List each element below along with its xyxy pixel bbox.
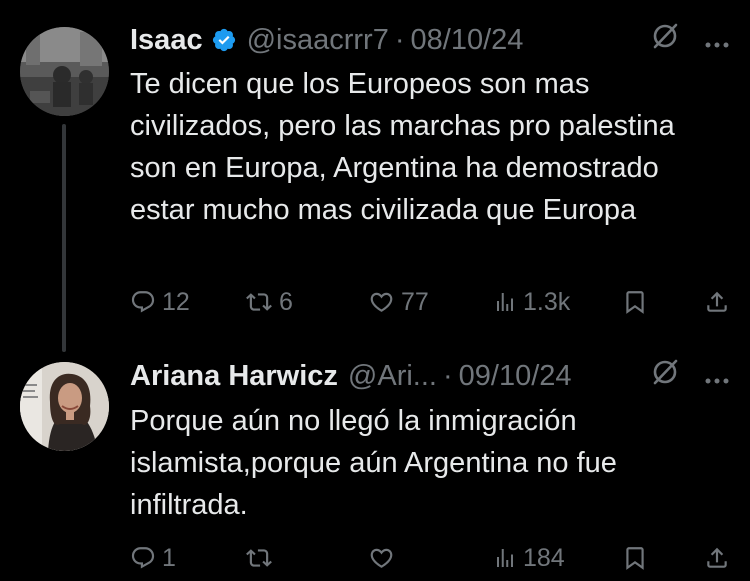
repost-button[interactable]	[245, 543, 279, 573]
repost-count: 6	[279, 287, 293, 316]
reply-button[interactable]: 1	[130, 543, 176, 573]
heart-icon	[368, 289, 395, 315]
tweet-actions: 12 6 77 1.3k	[130, 287, 730, 317]
separator-dot: ·	[394, 23, 405, 56]
tweet-text: Porque aún no llegó la inmigración islam…	[130, 405, 617, 521]
tweet-header: Ariana Harwicz @Ari... · 09/10/24	[130, 358, 730, 394]
avatar[interactable]	[20, 362, 109, 451]
reply-count: 12	[162, 287, 190, 316]
views-count: 1.3k	[523, 287, 571, 316]
share-icon	[704, 289, 730, 315]
tweet-header: Isaac @isaacrrr7 · 08/10/24	[130, 22, 730, 58]
like-button[interactable]: 77	[368, 287, 429, 317]
reply-count: 1	[162, 543, 176, 572]
reply-icon	[130, 545, 156, 571]
bookmark-button[interactable]	[622, 287, 648, 317]
tweet-date[interactable]: 09/10/24	[459, 360, 572, 393]
tweet-isaac[interactable]: Isaac @isaacrrr7 · 08/10/24 Te dicen que…	[0, 0, 750, 345]
repost-icon	[245, 289, 273, 315]
heart-icon	[368, 545, 395, 571]
views-button[interactable]: 1.3k	[493, 287, 570, 317]
repost-icon	[245, 545, 273, 571]
share-button[interactable]	[704, 287, 730, 317]
verified-badge-icon	[211, 27, 237, 53]
like-count: 77	[401, 287, 429, 316]
tweet-text: Te dicen que los Europeos son mas civili…	[130, 68, 675, 226]
more-options-icon[interactable]	[704, 360, 730, 393]
views-icon	[493, 546, 517, 570]
author-handle[interactable]: @Ari...	[348, 360, 437, 393]
like-button[interactable]	[368, 543, 401, 573]
repost-button[interactable]: 6	[245, 287, 293, 317]
views-button[interactable]: 184	[493, 543, 565, 573]
bookmark-button[interactable]	[622, 543, 648, 573]
tweet-date[interactable]: 08/10/24	[411, 24, 524, 57]
grok-icon[interactable]	[650, 357, 680, 395]
tweet-ariana[interactable]: Ariana Harwicz @Ari... · 09/10/24 Porque…	[0, 345, 750, 581]
tweet-actions: 1 184	[130, 543, 730, 573]
grok-icon[interactable]	[650, 21, 680, 59]
author-handle[interactable]: @isaacrrr7	[247, 24, 389, 57]
bookmark-icon	[622, 289, 648, 315]
views-count: 184	[523, 543, 565, 572]
separator-dot: ·	[442, 359, 453, 392]
share-button[interactable]	[704, 543, 730, 573]
more-options-icon[interactable]	[704, 24, 730, 57]
author-name[interactable]: Ariana Harwicz	[130, 360, 338, 393]
bookmark-icon	[622, 545, 648, 571]
avatar[interactable]	[20, 27, 109, 116]
share-icon	[704, 545, 730, 571]
views-icon	[493, 290, 517, 314]
author-name[interactable]: Isaac	[130, 24, 203, 57]
reply-icon	[130, 289, 156, 315]
reply-button[interactable]: 12	[130, 287, 190, 317]
